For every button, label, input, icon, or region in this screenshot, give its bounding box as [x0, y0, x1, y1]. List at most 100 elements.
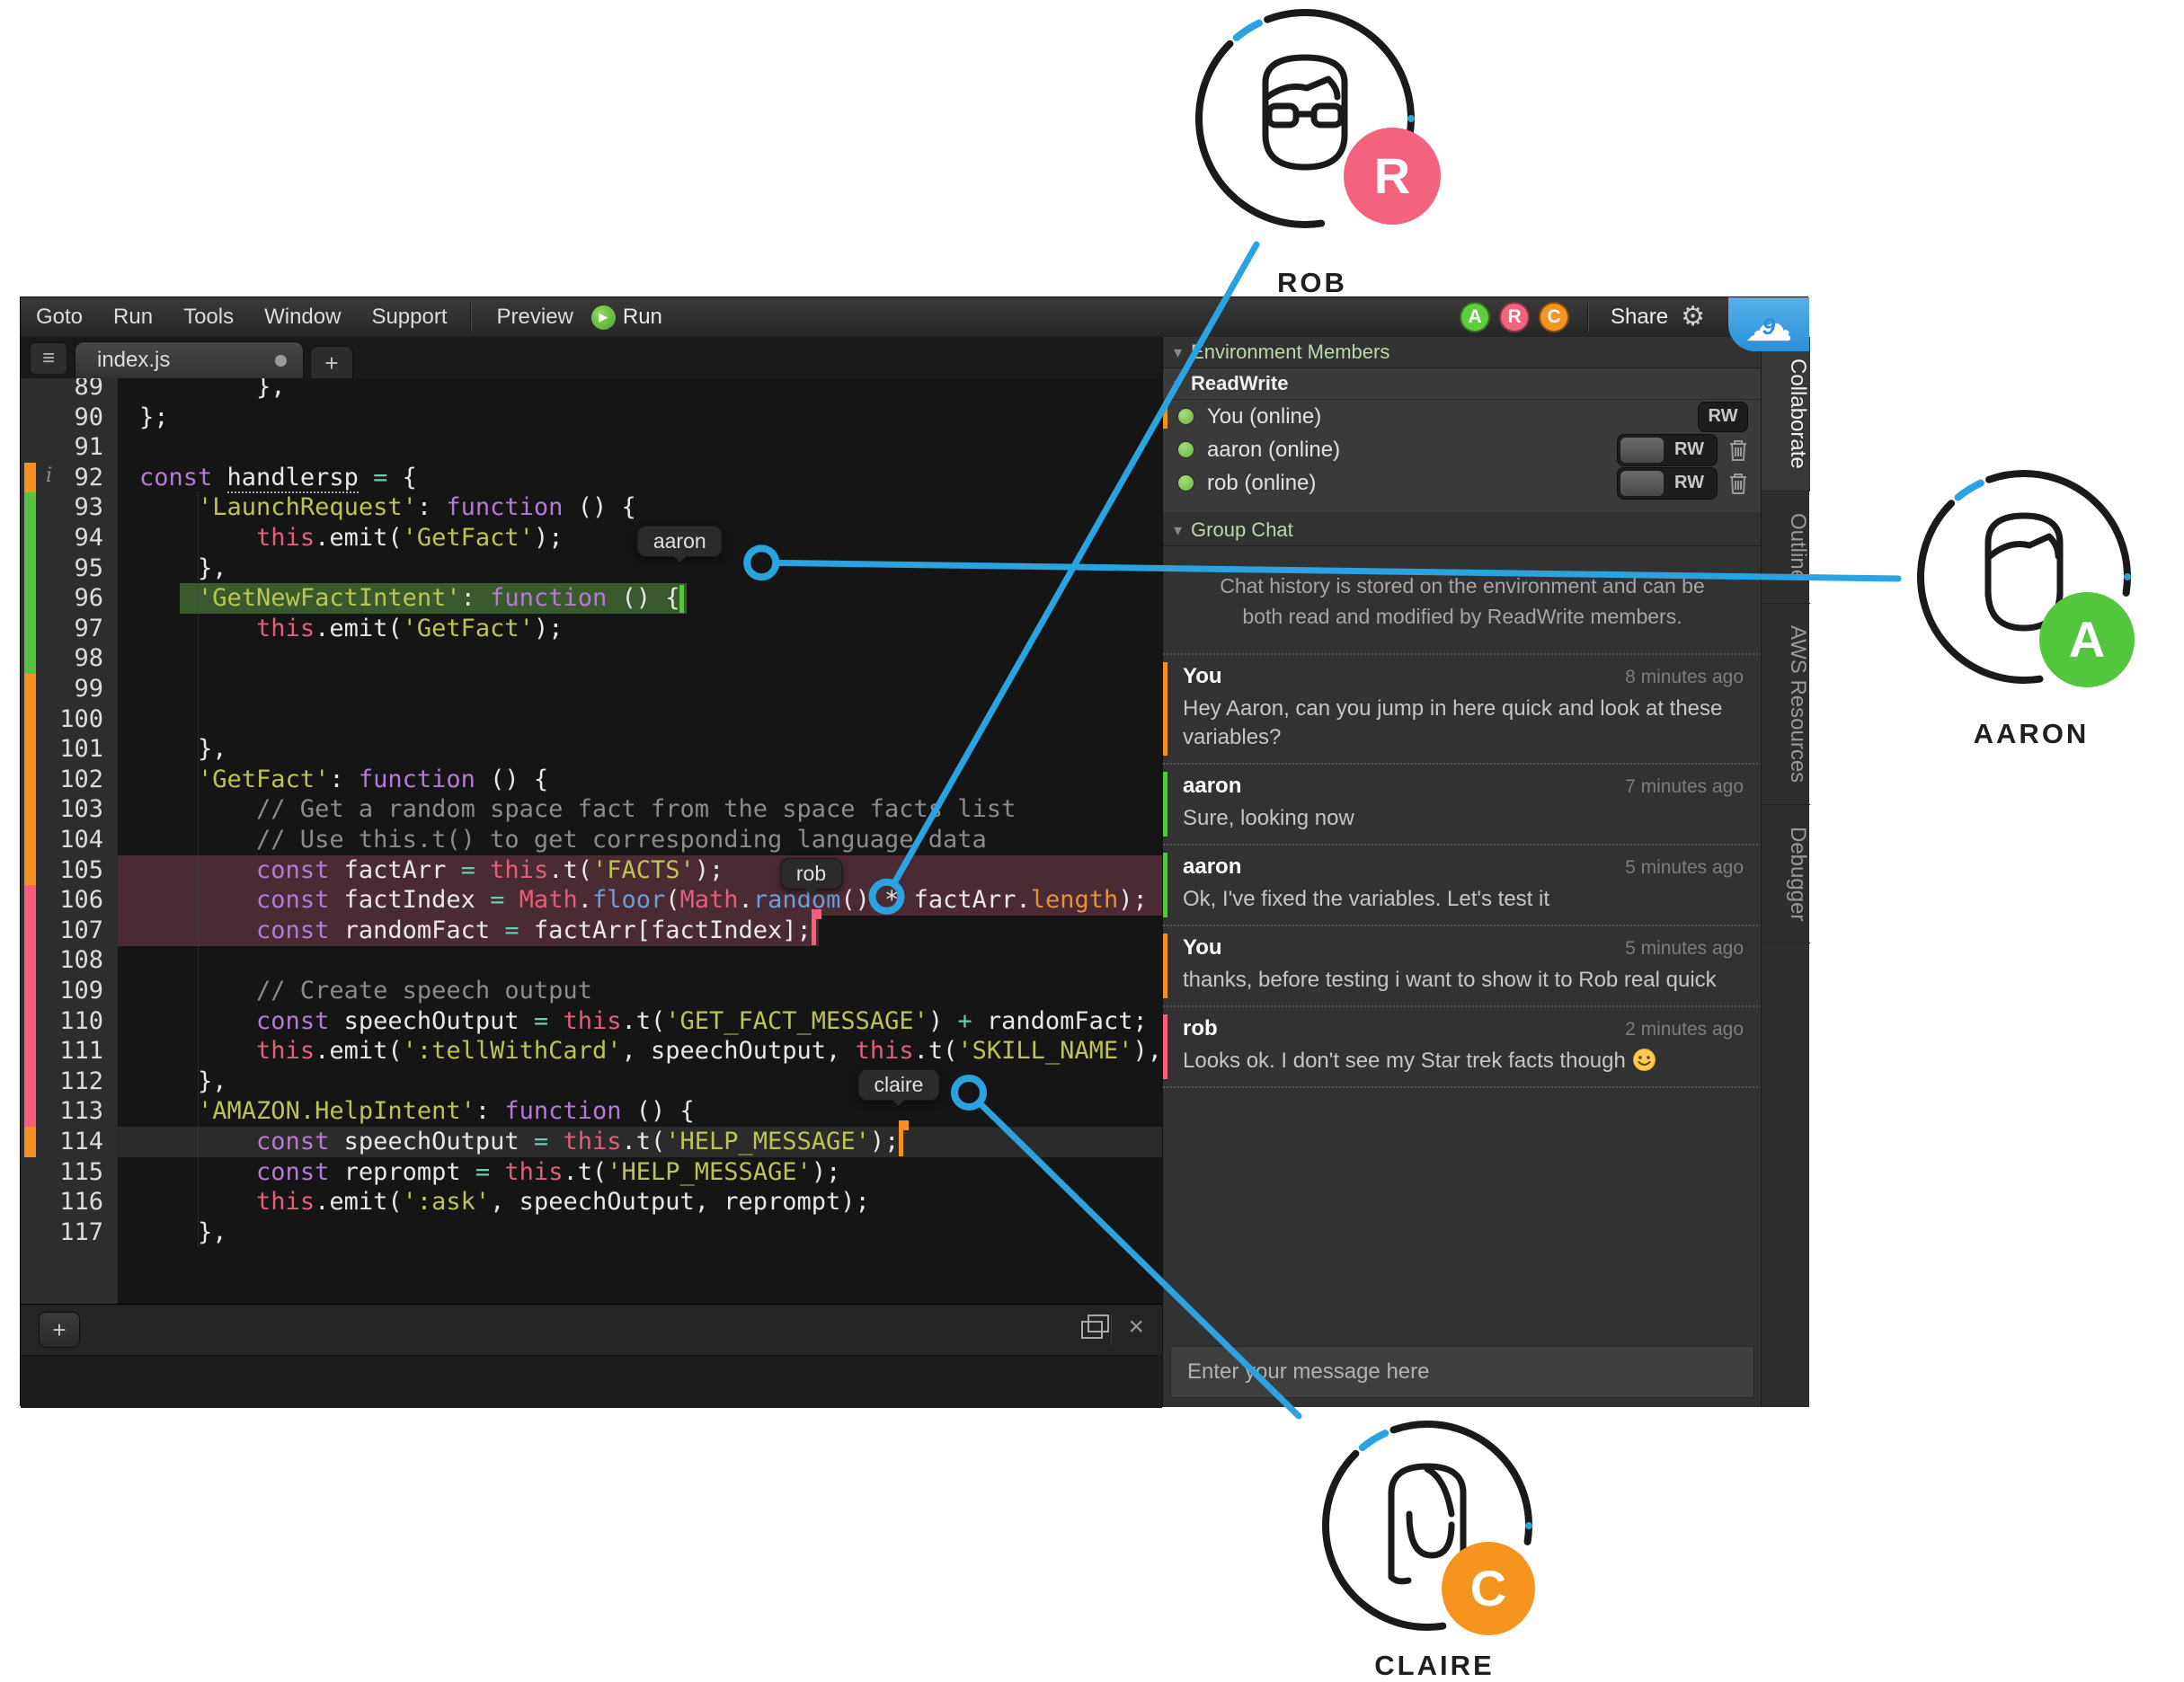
code-line-92: const handlersp = {	[118, 463, 1162, 493]
member-controls: RW	[1617, 467, 1761, 500]
collapse-triangle-icon[interactable]: ▾	[1174, 343, 1182, 362]
gutter-row: 117	[21, 1217, 118, 1248]
editor-gutter: 89909192i9394959697989910010110210310410…	[21, 378, 119, 1304]
message-text: Ok, I've fixed the variables. Let's test…	[1183, 885, 1744, 914]
chat-message-list: You8 minutes agoHey Aaron, can you jump …	[1163, 653, 1762, 1088]
code-line-107: const randomFact = factArr[factIndex];	[118, 916, 1162, 946]
avatar-c[interactable]: C	[1539, 302, 1569, 332]
code-line-113: 'AMAZON.HelpIntent': function () {	[118, 1096, 1162, 1127]
member-name: rob (online)	[1207, 471, 1316, 496]
collaborator-avatars: ARC	[1460, 302, 1569, 332]
gutter-change-mark	[24, 523, 36, 553]
chat-message-input[interactable]	[1170, 1346, 1754, 1398]
side-tab-outline[interactable]: Outline	[1762, 491, 1810, 604]
member-name: aaron (online)	[1207, 438, 1340, 463]
line-number: 92	[74, 463, 103, 493]
new-tab-button[interactable]: +	[310, 346, 353, 380]
open-files-icon[interactable]: ≡	[30, 342, 67, 375]
preview-button[interactable]: Preview	[479, 305, 591, 330]
group-chat-header[interactable]: ▾ Group Chat	[1163, 515, 1762, 546]
code-line-109: // Create speech output	[118, 976, 1162, 1006]
cloud9-logo[interactable]: ☁9	[1728, 297, 1809, 351]
line-number: 93	[74, 492, 103, 523]
restore-panel-icon[interactable]	[1081, 1321, 1103, 1339]
collapse-triangle-icon[interactable]: ▾	[1174, 375, 1182, 394]
gutter-row: 93	[21, 492, 118, 523]
line-number: 109	[59, 976, 103, 1006]
console-new-tab-button[interactable]: +	[39, 1312, 80, 1348]
side-tab-collaborate[interactable]: Collaborate	[1762, 337, 1810, 491]
message-author: aaron	[1183, 854, 1241, 880]
environment-members-header[interactable]: ▾ Environment Members	[1163, 337, 1761, 368]
message-author: You	[1183, 935, 1222, 961]
line-number: 98	[74, 643, 103, 674]
side-tab-aws-resources[interactable]: AWS Resources	[1762, 604, 1810, 805]
code-line-103: // Get a random space fact from the spac…	[118, 794, 1162, 825]
member-row-you[interactable]: You (online) RW	[1163, 400, 1761, 433]
rw-badge[interactable]: RW	[1698, 402, 1748, 432]
menu-run[interactable]: Run	[98, 305, 168, 330]
gutter-change-mark	[24, 1006, 36, 1037]
callout-aaron: A AARON	[1905, 454, 2184, 750]
code-line-108	[118, 945, 1162, 976]
access-toggle[interactable]: RW	[1617, 434, 1718, 466]
unsaved-dot-icon	[275, 355, 287, 367]
gutter-row: 104	[21, 825, 118, 855]
line-number: 106	[59, 885, 103, 916]
member-row-aaron[interactable]: aaron (online) RW	[1163, 433, 1761, 466]
code-area[interactable]: },};const handlersp = { 'LaunchRequest':…	[118, 378, 1162, 1304]
gutter-change-mark	[24, 1067, 36, 1097]
author-color-bar	[1163, 662, 1167, 756]
member-row-rob[interactable]: rob (online) RW	[1163, 466, 1761, 500]
menu-support[interactable]: Support	[356, 305, 462, 330]
rob-face-icon	[1265, 58, 1345, 167]
line-number: 107	[59, 916, 103, 946]
tab-label: index.js	[75, 348, 170, 373]
collapse-triangle-icon[interactable]: ▾	[1174, 521, 1182, 540]
info-icon[interactable]: i	[46, 465, 52, 487]
aaron-badge-letter: A	[2069, 611, 2105, 668]
code-line-111: this.emit(':tellWithCard', speechOutput,…	[118, 1036, 1162, 1067]
chat-message: aaron5 minutes agoOk, I've fixed the var…	[1163, 844, 1762, 925]
message-timestamp: 5 minutes ago	[1625, 938, 1744, 960]
gutter-change-mark	[24, 614, 36, 644]
gutter-row: 100	[21, 704, 118, 735]
line-number: 96	[74, 583, 103, 614]
menu-goto[interactable]: Goto	[21, 305, 98, 330]
readwrite-header[interactable]: ▾ ReadWrite	[1163, 368, 1761, 400]
gutter-row: 103	[21, 794, 118, 825]
code-line-101: },	[118, 734, 1162, 765]
avatar-a[interactable]: A	[1460, 302, 1490, 332]
side-tab-debugger[interactable]: Debugger	[1762, 805, 1810, 943]
trash-icon[interactable]	[1728, 472, 1748, 495]
line-number: 94	[74, 523, 103, 553]
collab-name-tag-rob: rob	[780, 858, 842, 890]
readwrite-title: ReadWrite	[1191, 372, 1288, 395]
member-list: You (online)RWaaron (online)RWrob (onlin…	[1163, 400, 1761, 512]
gutter-row: 115	[21, 1157, 118, 1188]
rob-label: ROB	[1277, 267, 1347, 298]
line-number: 89	[74, 378, 103, 403]
member-name: You (online)	[1207, 404, 1321, 429]
line-number: 111	[59, 1036, 103, 1067]
gutter-change-mark	[24, 463, 36, 493]
message-timestamp: 2 minutes ago	[1625, 1019, 1744, 1040]
share-button[interactable]: Share	[1611, 305, 1668, 330]
line-number: 115	[59, 1157, 103, 1188]
tab-indexjs[interactable]: index.js	[75, 341, 304, 378]
trash-icon[interactable]	[1728, 438, 1748, 462]
gutter-row: 101	[21, 734, 118, 765]
code-line-99	[118, 674, 1162, 704]
message-timestamp: 7 minutes ago	[1625, 776, 1744, 798]
line-number: 95	[74, 553, 103, 584]
avatar-r[interactable]: R	[1499, 302, 1530, 332]
members-title: Environment Members	[1191, 341, 1389, 364]
menu-window[interactable]: Window	[249, 305, 356, 330]
access-toggle[interactable]: RW	[1617, 467, 1718, 500]
run-button[interactable]: ▶ Run	[591, 305, 662, 330]
code-editor[interactable]: 89909192i9394959697989910010110210310410…	[21, 378, 1162, 1304]
gear-icon[interactable]: ⚙	[1681, 304, 1705, 331]
close-panel-icon[interactable]: ×	[1128, 1312, 1144, 1342]
gutter-change-mark	[24, 976, 36, 1006]
menu-tools[interactable]: Tools	[168, 305, 249, 330]
